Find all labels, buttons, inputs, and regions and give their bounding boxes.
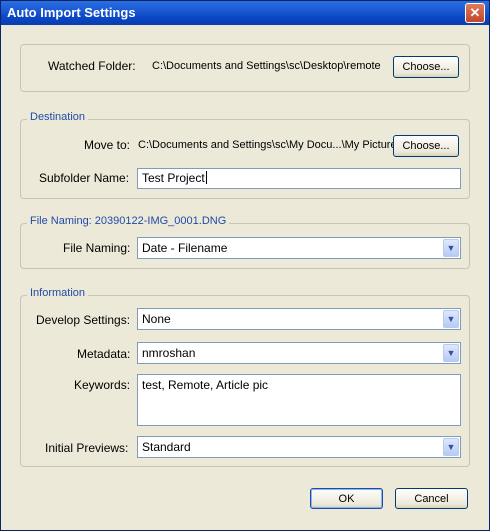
move-to-path: C:\Documents and Settings\sc\My Docu...\…: [138, 139, 403, 151]
chevron-down-icon[interactable]: ▼: [443, 438, 459, 456]
cancel-button[interactable]: Cancel: [395, 488, 468, 509]
destination-group: Destination Move to: C:\Documents and Se…: [20, 111, 470, 199]
develop-settings-value: None: [142, 312, 171, 326]
keywords-textarea[interactable]: test, Remote, Article pic: [137, 374, 461, 426]
information-group: Information Develop Settings: None ▼ Met…: [20, 287, 470, 467]
window-title: Auto Import Settings: [7, 5, 136, 20]
subfolder-name-value: Test Project: [142, 171, 205, 185]
initial-previews-label: Initial Previews:: [45, 441, 129, 455]
close-button[interactable]: ✕: [465, 3, 485, 23]
file-naming-value: Date - Filename: [142, 241, 228, 255]
metadata-label: Metadata:: [77, 347, 131, 361]
subfolder-name-input[interactable]: Test Project: [137, 168, 461, 189]
chevron-down-icon[interactable]: ▼: [443, 239, 459, 257]
information-caption: Information: [27, 287, 89, 299]
initial-previews-value: Standard: [142, 440, 191, 454]
title-bar[interactable]: Auto Import Settings ✕: [1, 1, 489, 25]
watched-folder-path: C:\Documents and Settings\sc\Desktop\rem…: [152, 60, 381, 72]
auto-import-settings-dialog: Auto Import Settings ✕ Watched Folder: C…: [0, 0, 490, 531]
chevron-down-icon[interactable]: ▼: [443, 310, 459, 328]
keywords-label: Keywords:: [74, 378, 131, 392]
destination-caption: Destination: [27, 111, 89, 123]
move-to-label: Move to:: [84, 138, 131, 152]
file-naming-caption: File Naming: 20390122-IMG_0001.DNG: [27, 215, 230, 227]
initial-previews-select[interactable]: Standard ▼: [137, 436, 461, 458]
ok-button[interactable]: OK: [310, 488, 383, 509]
chevron-down-icon[interactable]: ▼: [443, 344, 459, 362]
watched-folder-group: Watched Folder: C:\Documents and Setting…: [20, 44, 470, 92]
metadata-value: nmroshan: [142, 346, 196, 360]
text-caret: [205, 171, 207, 184]
develop-settings-label: Develop Settings:: [36, 313, 131, 327]
watched-folder-choose-button[interactable]: Choose...: [393, 56, 459, 78]
watched-folder-label: Watched Folder:: [48, 59, 136, 73]
develop-settings-select[interactable]: None ▼: [137, 308, 461, 330]
subfolder-name-label: Subfolder Name:: [39, 171, 130, 185]
file-naming-label: File Naming:: [63, 241, 131, 255]
close-icon: ✕: [469, 5, 481, 20]
file-naming-group: File Naming: 20390122-IMG_0001.DNG File …: [20, 215, 470, 269]
metadata-select[interactable]: nmroshan ▼: [137, 342, 461, 364]
file-naming-select[interactable]: Date - Filename ▼: [137, 237, 461, 259]
destination-choose-button[interactable]: Choose...: [393, 135, 459, 157]
